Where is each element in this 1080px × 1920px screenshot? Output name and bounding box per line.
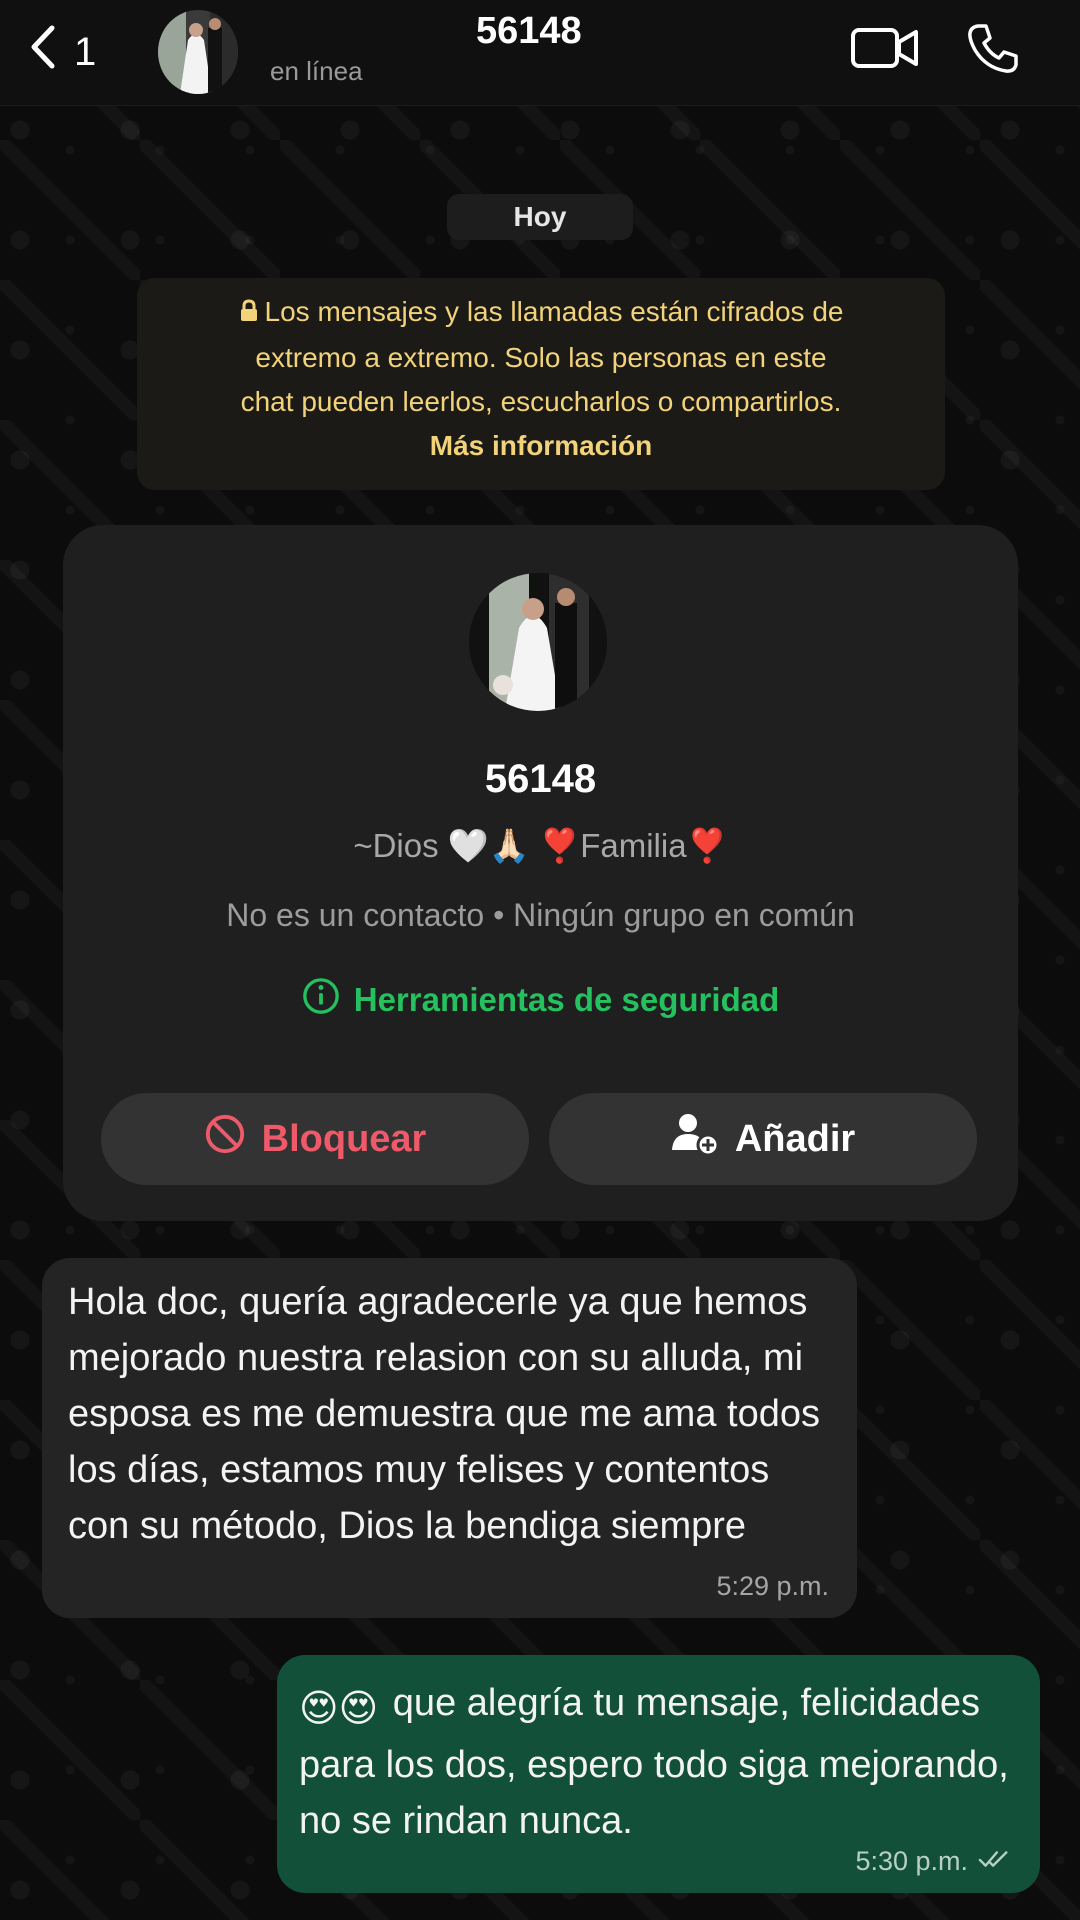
- block-icon: [204, 1113, 246, 1165]
- info-icon: [302, 977, 340, 1023]
- message-time: 5:30 p.m.: [855, 1846, 1012, 1877]
- encryption-notice[interactable]: Los mensajes y las llamadas están cifrad…: [137, 278, 945, 490]
- contact-info-card: 56148 ~Dios 🤍🙏🏻 ❣️Familia❣️ No es un con…: [63, 525, 1018, 1221]
- encryption-notice-line-3: chat pueden leerlos, escucharlos o compa…: [240, 386, 842, 417]
- voice-call-button[interactable]: [966, 22, 1018, 74]
- contact-name[interactable]: 56148: [476, 10, 582, 53]
- contact-avatar[interactable]: [158, 10, 238, 94]
- more-info-link[interactable]: Más información: [137, 424, 945, 468]
- contact-card-name: 56148: [484, 757, 597, 801]
- add-contact-icon: [671, 1112, 720, 1166]
- message-text: Hola doc, quería agradecerle ya que hemo…: [68, 1281, 820, 1547]
- message-timestamp: 5:30 p.m.: [855, 1846, 968, 1876]
- contact-about: ~Dios 🤍🙏🏻 ❣️Familia❣️: [353, 827, 728, 864]
- block-button[interactable]: Bloquear: [101, 1093, 529, 1185]
- contact-meta: No es un contacto • Ningún grupo en comú…: [226, 897, 855, 933]
- incoming-message[interactable]: Hola doc, quería agradecerle ya que hemo…: [42, 1258, 857, 1618]
- unread-count: 1: [74, 29, 97, 74]
- date-separator: Hoy: [447, 194, 633, 240]
- video-call-icon: [850, 22, 920, 72]
- message-time: 5:29 p.m.: [716, 1571, 829, 1602]
- contact-card-avatar[interactable]: [469, 573, 607, 711]
- chat-header: 1 56148 en línea: [0, 0, 1080, 106]
- security-tools-link[interactable]: Herramientas de seguridad: [63, 977, 1018, 1023]
- message-text: que alegría tu mensaje, felicidades para…: [299, 1682, 1009, 1842]
- back-button[interactable]: 1: [26, 22, 96, 82]
- encryption-notice-line-2: extremo a extremo. Solo las personas en …: [255, 342, 827, 373]
- security-tools-label: Herramientas de seguridad: [353, 981, 780, 1018]
- read-receipt-icon: [978, 1846, 1012, 1877]
- outgoing-message[interactable]: 😍😍 que alegría tu mensaje, felicidades p…: [277, 1655, 1040, 1893]
- voice-call-icon: [966, 22, 1018, 74]
- message-timestamp: 5:29 p.m.: [716, 1571, 829, 1601]
- contact-status: en línea: [270, 56, 363, 86]
- add-contact-label: Añadir: [734, 1117, 856, 1160]
- video-call-button[interactable]: [850, 22, 920, 72]
- lock-icon: [239, 292, 259, 336]
- message-emoji: 😍😍: [299, 1688, 379, 1730]
- block-label: Bloquear: [261, 1117, 427, 1160]
- add-contact-button[interactable]: Añadir: [549, 1093, 977, 1185]
- back-chevron-icon: [26, 22, 60, 82]
- encryption-notice-line-1: Los mensajes y las llamadas están cifrad…: [264, 296, 844, 327]
